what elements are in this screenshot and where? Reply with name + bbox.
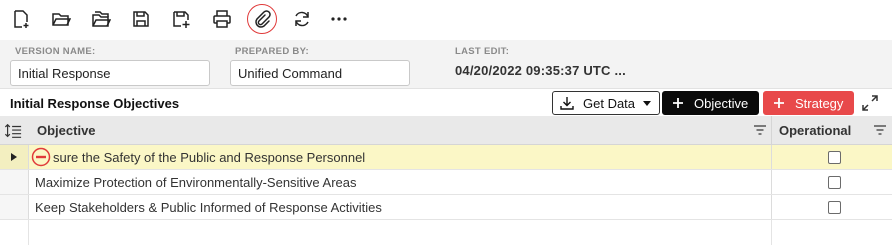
table-row[interactable]: Maximize Protection of Environmentally-S…: [0, 170, 892, 195]
operational-column-header[interactable]: Operational: [779, 123, 851, 138]
refresh-icon[interactable]: [289, 6, 315, 32]
filter-icon[interactable]: [753, 124, 767, 136]
grid-header: Objective Operational: [0, 116, 892, 145]
download-icon: [560, 97, 574, 110]
objective-column-header[interactable]: Objective: [37, 123, 96, 138]
row-gutter[interactable]: [0, 170, 29, 194]
objectives-header: Initial Response Objectives Get Data Obj…: [0, 88, 892, 116]
last-edit-label: LAST EDIT:: [455, 46, 510, 57]
toolbar: [0, 0, 892, 40]
row-gutter[interactable]: [0, 195, 29, 219]
get-data-button[interactable]: Get Data: [552, 91, 660, 115]
get-data-label: Get Data: [583, 95, 636, 111]
column-divider: [771, 220, 772, 245]
column-divider: [771, 116, 772, 145]
objective-cell[interactable]: Keep Stakeholders & Public Informed of R…: [35, 200, 382, 215]
reorder-icon[interactable]: [4, 122, 22, 140]
version-name-label: VERSION NAME:: [15, 46, 96, 57]
paperclip-icon[interactable]: [247, 4, 277, 34]
filter-icon[interactable]: [873, 124, 887, 136]
remove-icon[interactable]: [31, 147, 51, 167]
save-icon[interactable]: [128, 6, 154, 32]
prepared-by-field[interactable]: Unified Command: [230, 60, 410, 86]
plus-icon: [774, 98, 784, 108]
section-title: Initial Response Objectives: [10, 96, 180, 111]
add-strategy-button[interactable]: Strategy: [763, 91, 854, 115]
save-as-icon[interactable]: [168, 6, 194, 32]
objective-cell[interactable]: Maximize Protection of Environmentally-S…: [35, 175, 357, 190]
column-divider: [771, 195, 772, 219]
new-document-icon[interactable]: [8, 6, 34, 32]
more-icon[interactable]: [326, 6, 352, 32]
prepared-by-label: PREPARED BY:: [235, 46, 309, 57]
row-gutter[interactable]: [0, 145, 29, 169]
version-info-panel: VERSION NAME: Initial Response PREPARED …: [0, 40, 892, 88]
caret-down-icon: [643, 100, 652, 106]
table-row[interactable]: Keep Stakeholders & Public Informed of R…: [0, 195, 892, 220]
column-divider: [771, 145, 772, 169]
operational-checkbox[interactable]: [828, 151, 841, 164]
add-objective-button[interactable]: Objective: [662, 91, 759, 115]
print-icon[interactable]: [209, 6, 235, 32]
operational-checkbox[interactable]: [828, 201, 841, 214]
strategy-button-label: Strategy: [795, 95, 844, 111]
column-divider: [771, 170, 772, 194]
objectives-grid: Objective Operational sure the Safety of…: [0, 116, 892, 220]
empty-row-gutter: [0, 220, 29, 245]
last-edit-value: 04/20/2022 09:35:37 UTC ...: [455, 63, 626, 78]
operational-checkbox[interactable]: [828, 176, 841, 189]
open-folder-icon[interactable]: [48, 6, 74, 32]
table-row[interactable]: sure the Safety of the Public and Respon…: [0, 145, 892, 170]
objective-button-label: Objective: [694, 95, 749, 111]
current-row-arrow-icon: [11, 153, 17, 161]
plus-icon: [673, 98, 683, 108]
version-name-field[interactable]: Initial Response: [10, 60, 210, 86]
objective-cell[interactable]: sure the Safety of the Public and Respon…: [53, 150, 365, 165]
open-multiple-icon[interactable]: [88, 6, 114, 32]
expand-icon[interactable]: [860, 93, 880, 113]
